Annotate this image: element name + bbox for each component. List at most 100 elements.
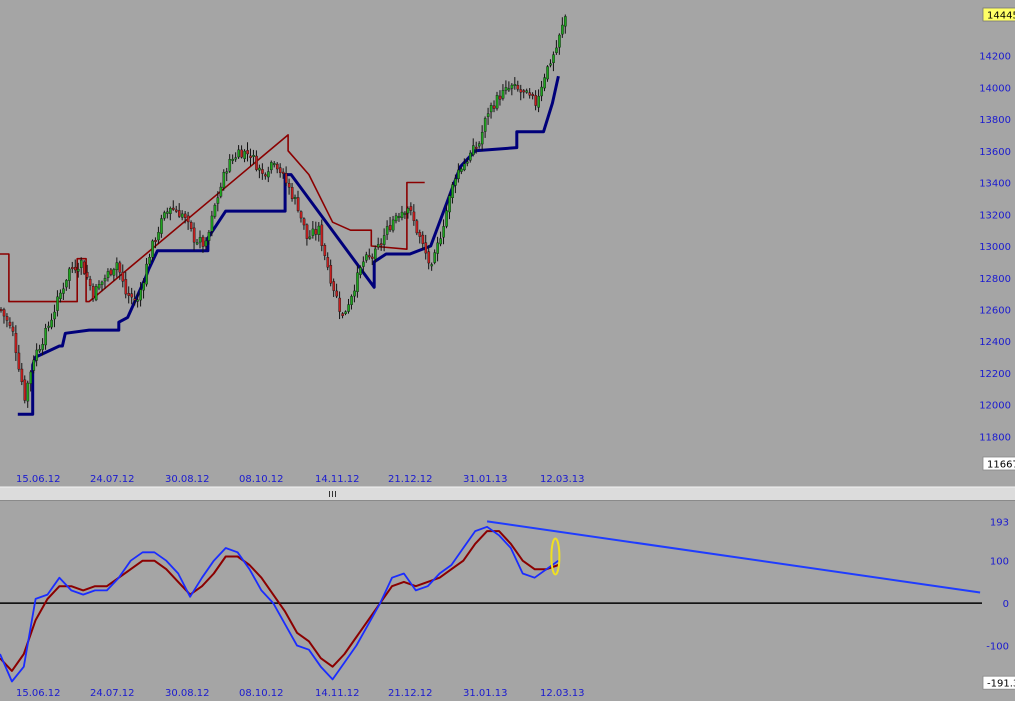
candle-up <box>350 296 353 305</box>
candle-down <box>85 271 89 278</box>
candle-up <box>460 168 463 172</box>
candle-up <box>495 95 499 109</box>
candle-down <box>183 213 187 218</box>
candle-down <box>522 90 526 93</box>
candle-down <box>255 155 258 170</box>
oscillator-y-tick-label: -191.3 <box>987 679 1015 690</box>
candle-up <box>540 86 543 97</box>
oscillator-y-tick-label: 100 <box>990 557 1009 568</box>
splitter-bar[interactable] <box>0 487 1015 501</box>
candle-up <box>359 267 362 275</box>
candle-up <box>555 47 558 53</box>
candle-down <box>379 243 383 246</box>
candle-down <box>424 242 428 254</box>
candle-down <box>320 224 324 246</box>
candle-up <box>489 105 493 113</box>
candle-down <box>121 271 125 282</box>
candle-down <box>261 169 264 174</box>
candle-down <box>296 197 300 211</box>
candle-up <box>543 77 546 89</box>
candle-up <box>507 88 511 91</box>
candle-down <box>71 267 74 270</box>
candle-down <box>371 256 374 259</box>
candle-down <box>284 173 288 184</box>
candle-down <box>305 224 309 239</box>
candle-up <box>213 204 217 217</box>
candle-down <box>246 150 249 155</box>
candle-up <box>501 90 505 99</box>
candle-up <box>100 281 104 285</box>
candle-up <box>472 145 475 155</box>
price-x-tick-label: 31.01.13 <box>463 474 508 485</box>
candle-down <box>409 206 413 211</box>
candle-up <box>362 261 365 267</box>
candle-up <box>97 284 101 289</box>
candle-down <box>20 368 24 382</box>
candle-up <box>448 195 451 213</box>
candle-up <box>430 264 434 267</box>
candle-down <box>531 93 535 97</box>
chart-background <box>0 0 1015 697</box>
candle-down <box>130 293 134 298</box>
candle-down <box>299 211 303 219</box>
candle-up <box>50 319 53 328</box>
candle-up <box>225 171 229 174</box>
candle-up <box>29 371 33 384</box>
candle-down <box>74 266 77 271</box>
price-y-tick-label: 12600 <box>979 305 1011 316</box>
candle-up <box>353 290 356 297</box>
candle-down <box>118 262 122 273</box>
candle-up <box>163 212 166 219</box>
candle-down <box>338 297 341 312</box>
candle-down <box>326 257 330 268</box>
panel-splitter[interactable] <box>0 486 1015 501</box>
candle-down <box>133 298 137 301</box>
candle-down <box>335 290 339 297</box>
candle-up <box>344 311 347 314</box>
candle-up <box>169 208 172 214</box>
candle-down <box>0 309 3 311</box>
candle-down <box>109 269 113 275</box>
candle-down <box>192 227 196 243</box>
candle-up <box>564 16 567 27</box>
candle-up <box>382 235 386 245</box>
candle-up <box>403 212 407 215</box>
candle-up <box>486 113 490 117</box>
candle-down <box>14 332 18 353</box>
candle-up <box>561 24 564 35</box>
candle-down <box>5 316 9 321</box>
candle-up <box>47 325 50 328</box>
candle-down <box>82 261 86 274</box>
candle-up <box>59 292 62 299</box>
candle-up <box>79 259 83 268</box>
candle-up <box>94 286 98 301</box>
price-x-tick-label: 24.07.12 <box>90 474 135 485</box>
candle-down <box>368 255 371 258</box>
price-x-tick-label: 12.03.13 <box>540 474 585 485</box>
chart-svg: 14200 14000 13800 13600 13400 13200 13000 12800… <box>0 0 1015 699</box>
candle-down <box>498 95 502 100</box>
candle-up <box>207 231 211 241</box>
candle-up <box>198 237 202 243</box>
candle-up <box>139 289 142 301</box>
oscillator-x-tick-label: 15.06.12 <box>16 688 61 697</box>
candle-up <box>216 197 220 204</box>
candle-down <box>240 149 243 158</box>
candle-up <box>356 272 359 292</box>
candle-up <box>32 359 36 371</box>
candle-up <box>115 262 119 271</box>
candle-up <box>436 242 439 254</box>
candle-up <box>317 225 321 235</box>
candle-up <box>157 232 160 241</box>
candle-up <box>469 152 472 161</box>
candle-up <box>525 90 529 93</box>
candle-down <box>154 240 157 242</box>
candle-down <box>88 278 92 286</box>
candle-down <box>11 326 15 332</box>
candle-down <box>91 286 95 299</box>
price-y-tick-label: 12800 <box>979 274 1011 285</box>
candle-down <box>528 92 532 96</box>
candle-up <box>510 84 514 89</box>
candle-up <box>44 328 47 346</box>
candle-up <box>41 344 44 350</box>
